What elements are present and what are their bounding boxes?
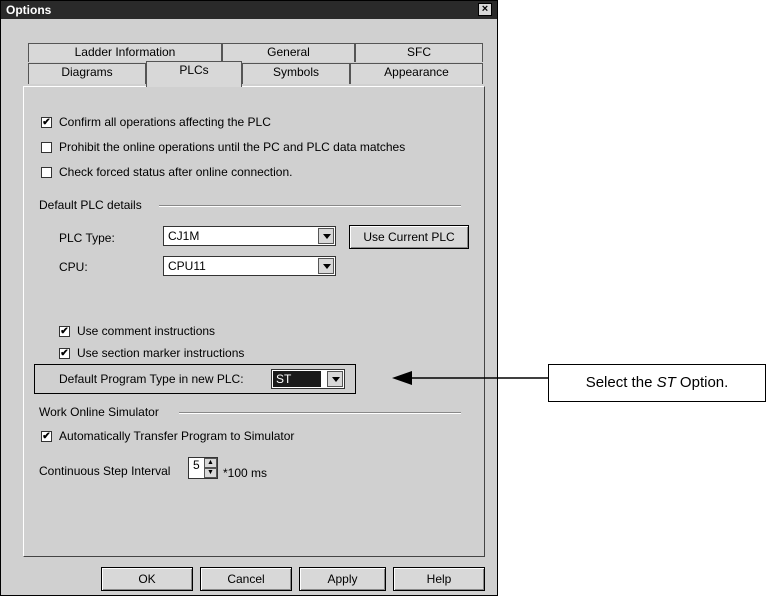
tab-plcs[interactable]: PLCs	[146, 61, 242, 87]
callout-prefix: Select the	[585, 374, 657, 391]
callout-emph: ST	[656, 374, 676, 391]
tab-label: PLCs	[179, 63, 209, 77]
callout-suffix: Option.	[675, 374, 729, 391]
callout-arrow	[392, 371, 548, 385]
callout-box: Select the ST Option.	[548, 364, 766, 402]
